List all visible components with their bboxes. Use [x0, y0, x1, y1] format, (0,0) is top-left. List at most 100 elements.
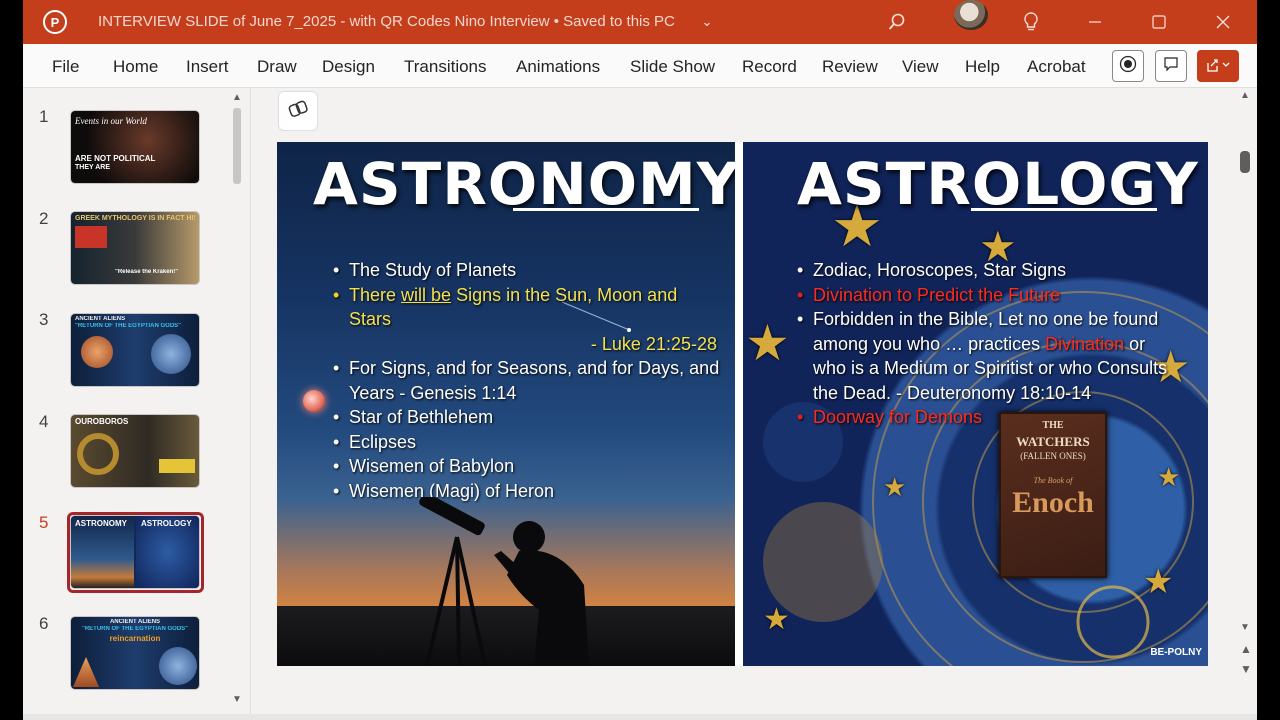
scroll-down-arrow[interactable]: ▼: [1240, 622, 1250, 633]
book-text: (FALLEN ONES): [1020, 451, 1086, 461]
bullet-text: Wisemen of Babylon: [349, 456, 515, 476]
bullet-text: among you who … practices: [813, 333, 1046, 354]
tab-transitions[interactable]: Transitions: [404, 57, 487, 77]
tab-review[interactable]: Review: [822, 57, 878, 77]
scroll-up-arrow[interactable]: ▲: [232, 92, 242, 103]
title-bar: P INTERVIEW SLIDE of June 7_2025 - with …: [23, 0, 1257, 44]
slide-thumbnail-pane: 1 2 3 4 5 6 Events in our World ARE NOT …: [23, 88, 251, 714]
slide-thumbnail-2[interactable]: GREEK MYTHOLOGY IS IN FACT HISTORY "Rele…: [71, 212, 199, 284]
book-text: THE: [1042, 420, 1064, 431]
slide-thumbnail-4[interactable]: OUROBOROS: [71, 415, 199, 487]
astronomy-bullets: The Study of Planets There will be Signs…: [331, 258, 721, 503]
slide-number: 1: [39, 107, 49, 126]
brand-logo: BE-POLNY: [1150, 647, 1202, 658]
thumbnail-image: [73, 657, 99, 687]
lightbulb-icon[interactable]: [1019, 10, 1043, 34]
slide-number: 5: [39, 513, 49, 532]
astrology-bullets: Zodiac, Horoscopes, Star Signs Divinatio…: [795, 258, 1205, 430]
minimize-icon[interactable]: [1083, 10, 1107, 34]
book-text: Enoch: [1012, 486, 1094, 519]
star-decoration: ★: [1143, 563, 1174, 601]
tab-draw[interactable]: Draw: [257, 57, 297, 77]
avatar[interactable]: [954, 0, 988, 30]
search-icon[interactable]: [885, 10, 909, 34]
bullet-text: The Study of Planets: [349, 260, 517, 280]
thumbnail-image: [81, 336, 113, 368]
bullet-item: Forbidden in the Bible, Let no one be fo…: [795, 307, 1205, 332]
heading-underline: [513, 208, 699, 211]
chevron-down-icon[interactable]: ⌄: [695, 10, 719, 34]
slide-number: 6: [39, 614, 49, 633]
thumbnail-text: "Release the Kraken!": [115, 269, 179, 275]
scroll-up-arrow[interactable]: ▲: [1240, 90, 1250, 101]
bullet-item: Wisemen of Babylon: [331, 454, 721, 479]
star-decoration: ★: [763, 603, 790, 636]
thumbnail-box: [75, 226, 107, 248]
thumbnail-text: "RETURN OF THE EGYPTIAN GODS": [81, 626, 189, 632]
next-slide-arrow[interactable]: ▼: [1240, 662, 1252, 676]
moon-image: [303, 390, 325, 412]
bullet-item: The Study of Planets: [331, 258, 721, 283]
thumbnail-scrollbar[interactable]: [233, 108, 241, 184]
thumbnail-box: [159, 459, 195, 473]
close-icon[interactable]: [1211, 10, 1235, 34]
astrology-panel: ★ ★ ★ ★ ★ ★ ★ ★ ASTROLOGY Zodiac, Horosc…: [743, 142, 1208, 666]
book-text: The Book of: [1033, 476, 1073, 485]
scroll-down-arrow[interactable]: ▼: [232, 694, 242, 705]
comments-icon: [1163, 56, 1179, 76]
tab-home[interactable]: Home: [113, 57, 158, 77]
slide-scrollbar[interactable]: [1240, 151, 1250, 173]
star-decoration: ★: [883, 472, 907, 502]
thumbnail-text: Events in our World: [75, 116, 147, 126]
ribbon-tabs: File Home Insert Draw Design Transitions…: [23, 44, 1257, 88]
bullet-item: There will be Signs in the Sun, Moon and…: [331, 283, 721, 332]
tab-file[interactable]: File: [52, 57, 79, 77]
powerpoint-icon[interactable]: P: [43, 10, 67, 34]
maximize-icon[interactable]: [1147, 10, 1171, 34]
thumbnail-image: [77, 433, 119, 475]
slide-thumbnail-3[interactable]: ANCIENT ALIENS "RETURN OF THE EGYPTIAN G…: [71, 314, 199, 386]
tab-design[interactable]: Design: [322, 57, 375, 77]
slide-editor: ASTRONOMY The Study of Planets There wil…: [251, 88, 1257, 714]
comments-button[interactable]: [1155, 50, 1187, 82]
bullet-item: Divination to Predict the Future: [795, 283, 1205, 308]
bullet-text: Forbidden in the Bible, Let no one be fo…: [813, 309, 1159, 329]
bullet-line: among you who … practices Divination or: [795, 332, 1205, 357]
thumbnail-text: ANCIENT ALIENS: [109, 619, 161, 625]
record-icon: [1119, 55, 1137, 77]
copilot-button[interactable]: [278, 91, 318, 131]
slide-number: 4: [39, 412, 49, 431]
tab-view[interactable]: View: [902, 57, 939, 77]
tab-slide-show[interactable]: Slide Show: [630, 57, 715, 77]
tab-acrobat[interactable]: Acrobat: [1027, 57, 1086, 77]
document-title[interactable]: INTERVIEW SLIDE of June 7_2025 - with QR…: [98, 13, 675, 30]
slide-thumbnail-5[interactable]: ASTRONOMY ASTROLOGY: [71, 516, 199, 588]
thumbnail-image: [151, 334, 191, 374]
bullet-item: Eclipses: [331, 430, 721, 455]
tab-insert[interactable]: Insert: [186, 57, 229, 77]
slide-thumbnail-1[interactable]: Events in our World ARE NOT POLITICAL TH…: [71, 111, 199, 183]
slide-thumbnail-6[interactable]: ANCIENT ALIENS "RETURN OF THE EGYPTIAN G…: [71, 617, 199, 689]
slide-number: 3: [39, 310, 49, 329]
previous-slide-arrow[interactable]: ▲: [1240, 642, 1252, 656]
bullet-text-red: Divination: [1045, 333, 1125, 354]
bullet-text-underlined: will be: [401, 284, 452, 305]
current-slide[interactable]: ASTRONOMY The Study of Planets There wil…: [277, 142, 1208, 666]
thumbnail-text: OUROBOROS: [75, 417, 129, 426]
thumbnail-text: THEY ARE: [75, 164, 111, 171]
thumbnail-image: [159, 647, 197, 685]
bullet-item: Zodiac, Horoscopes, Star Signs: [795, 258, 1205, 283]
bullet-item: Star of Bethlehem: [331, 405, 721, 430]
bullet-text: to Predict the Future: [892, 284, 1061, 305]
bullet-text: the Dead. - Deuteronomy 18:10-14: [813, 382, 1092, 403]
tab-animations[interactable]: Animations: [516, 57, 600, 77]
astronomy-panel: ASTRONOMY The Study of Planets There wil…: [277, 142, 735, 666]
copilot-icon: [288, 99, 308, 124]
bullet-text-red: Doorway for Demons: [813, 407, 983, 427]
tab-record[interactable]: Record: [742, 57, 797, 77]
share-button[interactable]: [1197, 50, 1239, 82]
record-button[interactable]: [1112, 50, 1144, 82]
person-silhouette: [494, 521, 589, 665]
star-decoration: ★: [1157, 462, 1181, 492]
tab-help[interactable]: Help: [965, 57, 1000, 77]
